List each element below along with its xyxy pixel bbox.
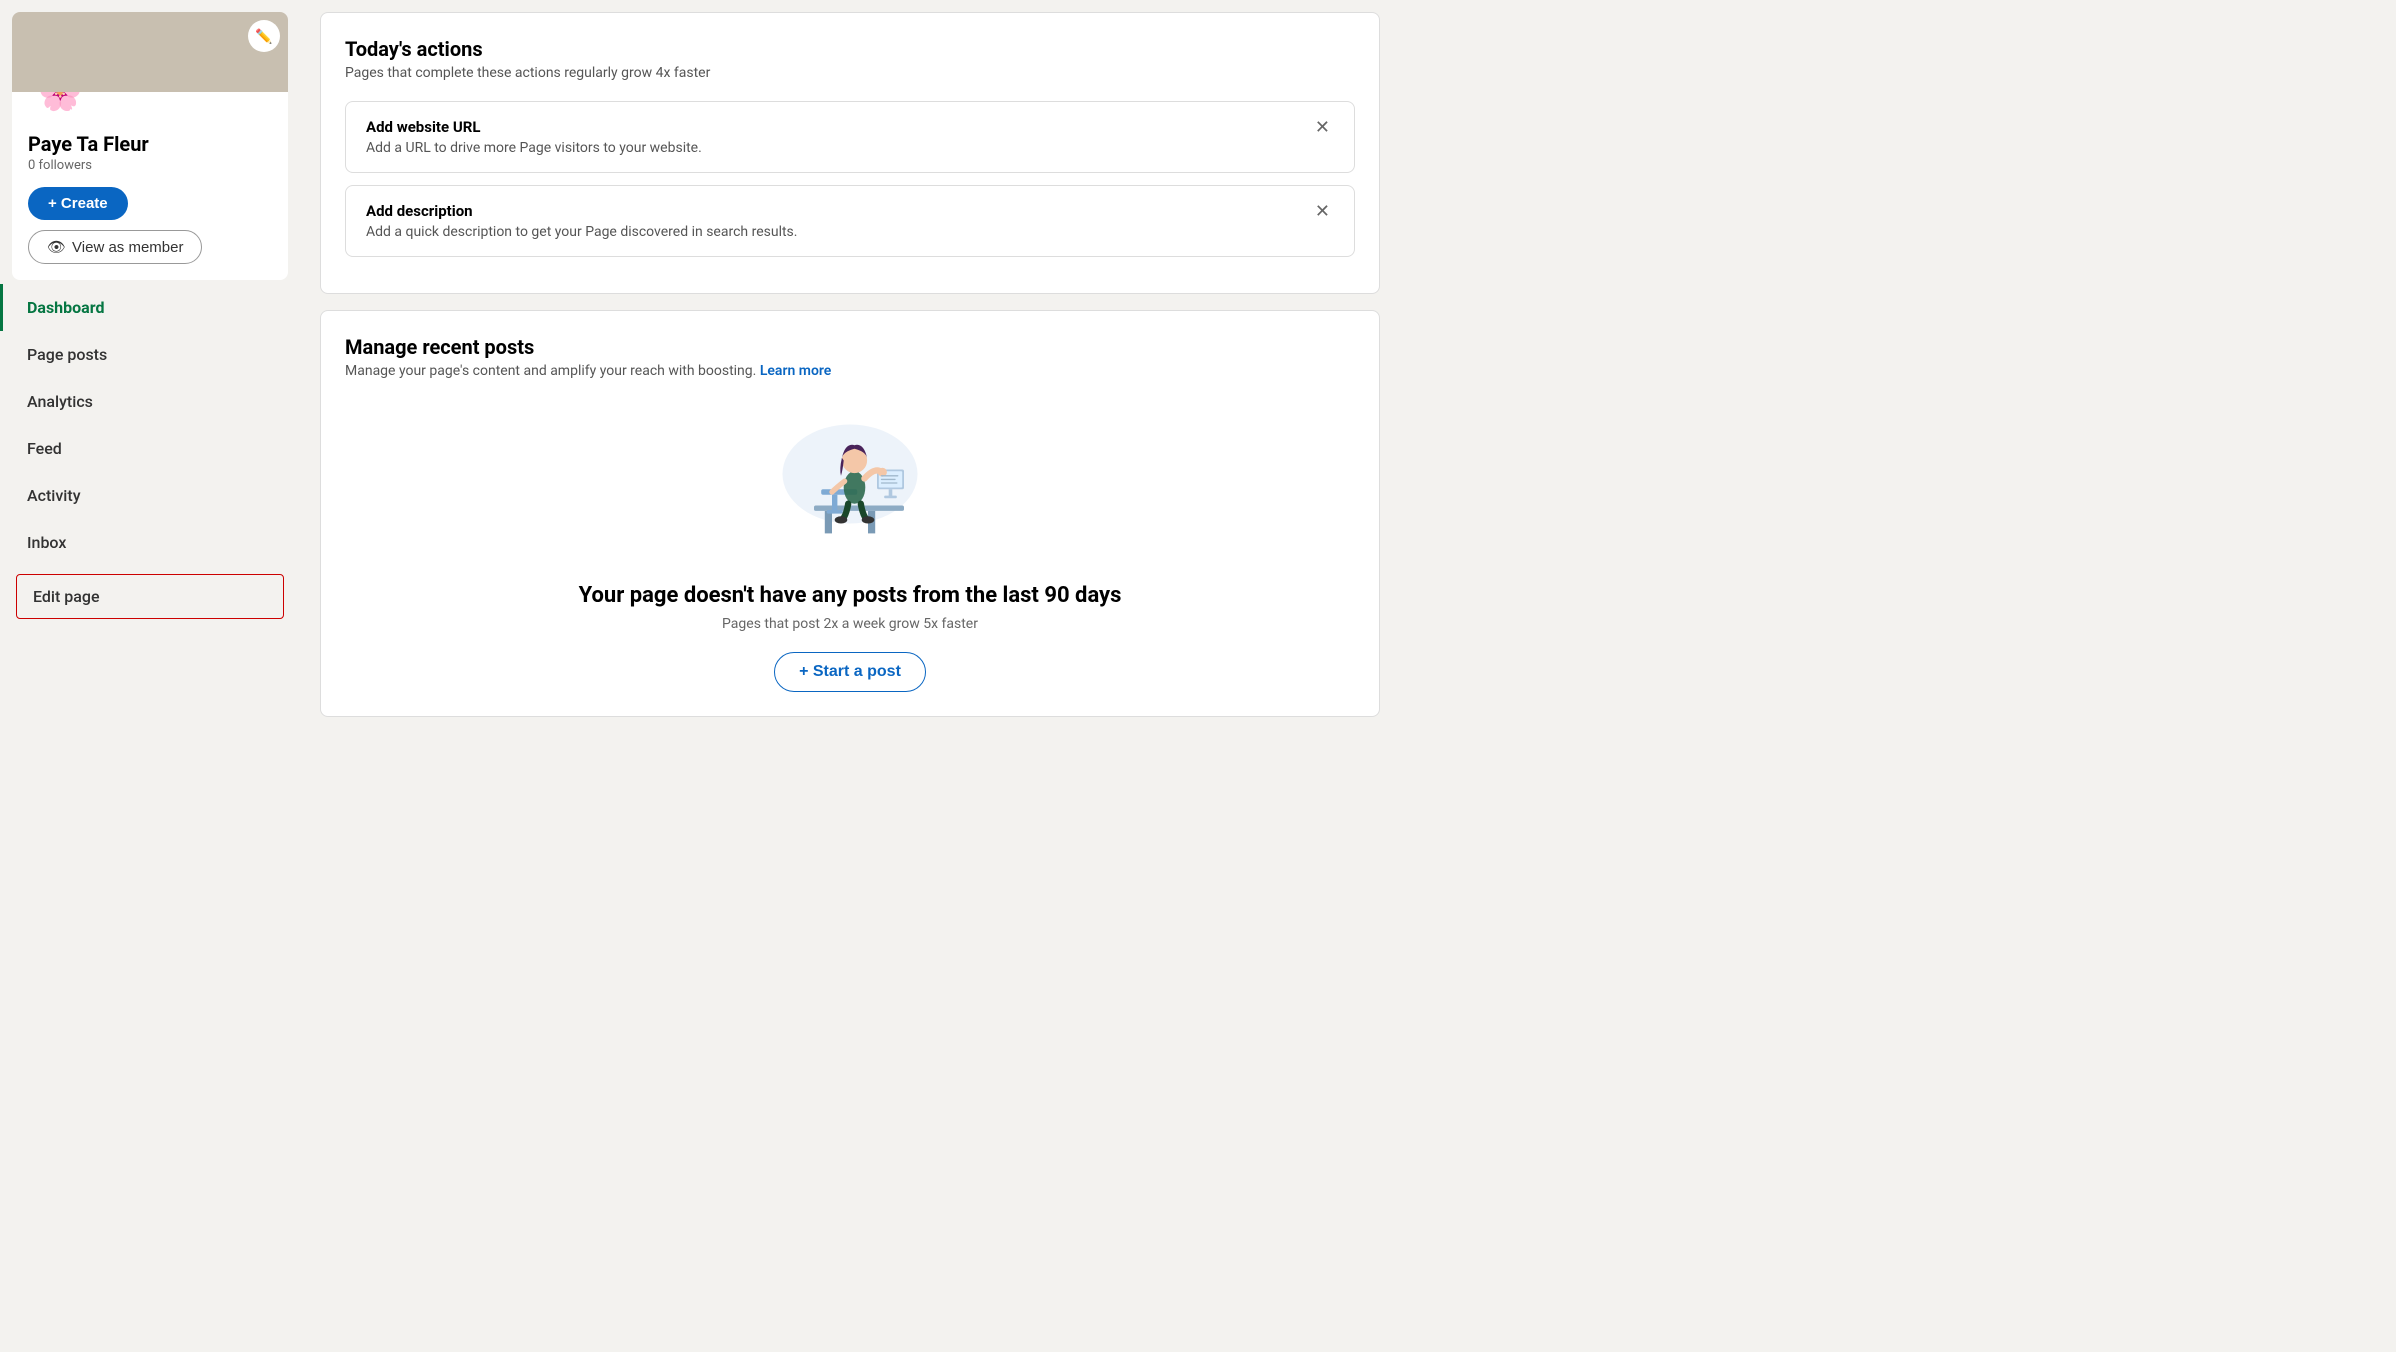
action-item-website-url: Add website URL Add a URL to drive more … (345, 101, 1355, 173)
sidebar: ✏️ 🌸 Paye Ta Fleur 0 followers + Create … (0, 0, 300, 1352)
manage-posts-card: Manage recent posts Manage your page's c… (320, 310, 1380, 717)
sidebar-item-page-posts[interactable]: Page posts (0, 331, 300, 378)
profile-banner: ✏️ (12, 12, 288, 92)
manage-posts-title: Manage recent posts (345, 335, 1355, 359)
no-posts-subtitle: Pages that post 2x a week grow 5x faster (345, 616, 1355, 632)
action-website-url-desc: Add a URL to drive more Page visitors to… (366, 140, 702, 156)
dismiss-website-url-button[interactable]: ✕ (1311, 118, 1334, 136)
no-posts-title: Your page doesn't have any posts from th… (345, 583, 1355, 608)
action-description-desc: Add a quick description to get your Page… (366, 224, 797, 240)
action-item-description: Add description Add a quick description … (345, 185, 1355, 257)
action-description-title: Add description (366, 202, 797, 220)
sidebar-nav: Dashboard Page posts Analytics Feed Acti… (0, 284, 300, 627)
sidebar-item-activity[interactable]: Activity (0, 472, 300, 519)
todays-actions-title: Today's actions (345, 37, 1355, 61)
create-button[interactable]: + Create (28, 187, 128, 220)
sidebar-item-analytics[interactable]: Analytics (0, 378, 300, 425)
action-website-url-title: Add website URL (366, 118, 702, 136)
manage-posts-subtitle: Manage your page's content and amplify y… (345, 363, 1355, 379)
no-posts-illustration (750, 399, 950, 559)
sidebar-item-dashboard[interactable]: Dashboard (0, 284, 300, 331)
learn-more-link[interactable]: Learn more (760, 363, 831, 379)
eye-icon: 👁 (47, 238, 66, 256)
dismiss-description-button[interactable]: ✕ (1311, 202, 1334, 220)
todays-actions-card: Today's actions Pages that complete thes… (320, 12, 1380, 294)
todays-actions-subtitle: Pages that complete these actions regula… (345, 65, 1355, 81)
main-content: Today's actions Pages that complete thes… (300, 0, 1400, 1352)
view-as-member-button[interactable]: 👁 View as member (28, 230, 202, 264)
start-a-post-button[interactable]: + Start a post (774, 652, 926, 692)
edit-banner-button[interactable]: ✏️ (248, 20, 280, 52)
page-name: Paye Ta Fleur (28, 132, 272, 156)
sidebar-item-inbox[interactable]: Inbox (0, 519, 300, 566)
profile-card: ✏️ 🌸 Paye Ta Fleur 0 followers + Create … (12, 12, 288, 280)
sidebar-item-feed[interactable]: Feed (0, 425, 300, 472)
followers-count: 0 followers (28, 158, 272, 173)
edit-page-button[interactable]: Edit page (16, 574, 284, 619)
